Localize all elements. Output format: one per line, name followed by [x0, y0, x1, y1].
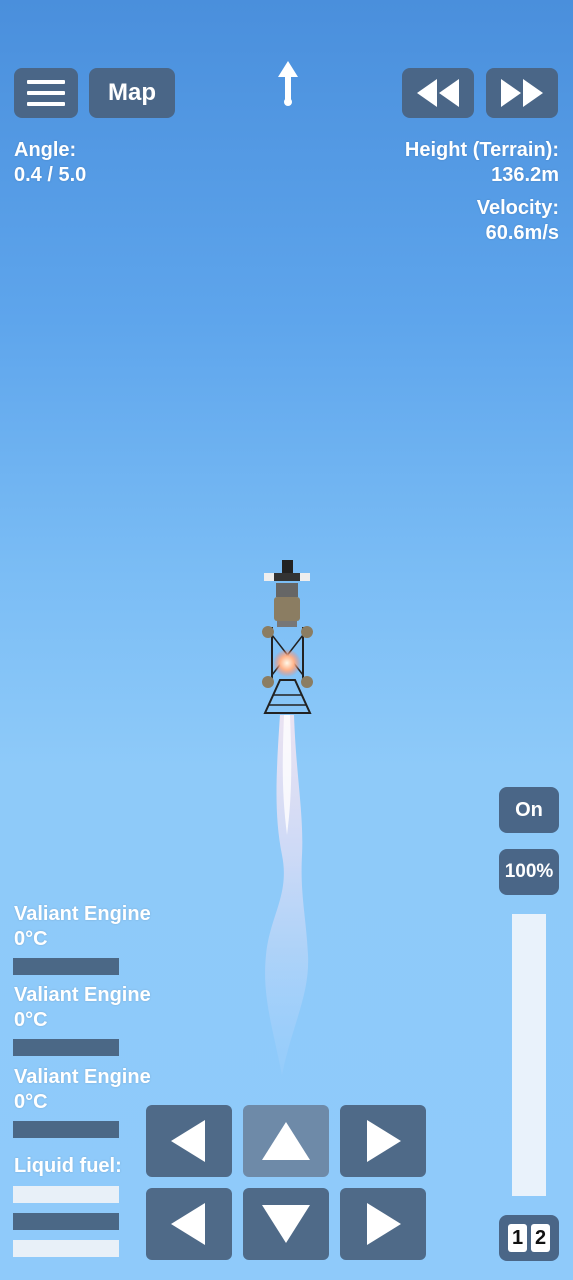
rotate-left-button[interactable] — [146, 1105, 232, 1177]
stage-1-label: 1 — [508, 1224, 527, 1252]
liquid-fuel-label: Liquid fuel: — [14, 1155, 122, 1177]
engine-toggle-button[interactable]: On — [499, 787, 559, 833]
engine-2-name: Valiant Engine — [14, 984, 151, 1006]
fast-forward-button[interactable] — [486, 68, 558, 118]
fuel-bar-3 — [13, 1240, 119, 1257]
move-left-icon — [171, 1203, 205, 1245]
angle-label: Angle: — [14, 139, 77, 161]
fast-forward-icon — [501, 79, 543, 107]
engine-3-temp-bar — [13, 1121, 119, 1138]
throttle-percent-button[interactable]: 100% — [499, 849, 559, 895]
rocket — [262, 560, 313, 1075]
engine-2-temp: 0°C — [14, 1009, 48, 1031]
rotate-right-icon — [367, 1120, 401, 1162]
map-button[interactable]: Map — [89, 68, 175, 118]
thrust-up-icon — [262, 1122, 310, 1160]
thrust-up-button[interactable] — [243, 1105, 329, 1177]
move-down-icon — [262, 1205, 310, 1243]
fuel-bar-2 — [13, 1213, 119, 1230]
angle-value: 0.4 / 5.0 — [14, 164, 87, 186]
engine-3-name: Valiant Engine — [14, 1066, 151, 1088]
rotate-right-button[interactable] — [340, 1105, 426, 1177]
engine-1-name: Valiant Engine — [14, 903, 151, 925]
fuel-bar-1 — [13, 1186, 119, 1203]
height-label: Height (Terrain): — [404, 139, 559, 161]
velocity-value: 60.6m/s — [485, 222, 559, 244]
throttle-slider[interactable] — [512, 914, 546, 1196]
move-right-button[interactable] — [340, 1188, 426, 1260]
rewind-icon — [417, 79, 459, 107]
engine-3-temp: 0°C — [14, 1091, 48, 1113]
throttle-percent-label: 100% — [504, 861, 554, 882]
move-down-button[interactable] — [243, 1188, 329, 1260]
throttle-slider-fill — [512, 914, 546, 1196]
map-button-label: Map — [108, 79, 156, 106]
move-left-button[interactable] — [146, 1188, 232, 1260]
move-right-icon — [367, 1203, 401, 1245]
hamburger-menu-icon — [27, 80, 65, 106]
engine-2-temp-bar — [13, 1039, 119, 1056]
stage-switch[interactable]: 1 2 — [499, 1215, 559, 1261]
rotate-left-icon — [171, 1120, 205, 1162]
engine-1-temp: 0°C — [14, 928, 48, 950]
velocity-label: Velocity: — [476, 197, 559, 219]
stage-2-label: 2 — [531, 1224, 550, 1252]
engine-1-temp-bar — [13, 958, 119, 975]
menu-button[interactable] — [14, 68, 78, 118]
heading-arrow-up-icon — [278, 61, 298, 106]
height-value: 136.2m — [491, 164, 559, 186]
engine-toggle-label: On — [515, 798, 543, 821]
rewind-button[interactable] — [402, 68, 474, 118]
